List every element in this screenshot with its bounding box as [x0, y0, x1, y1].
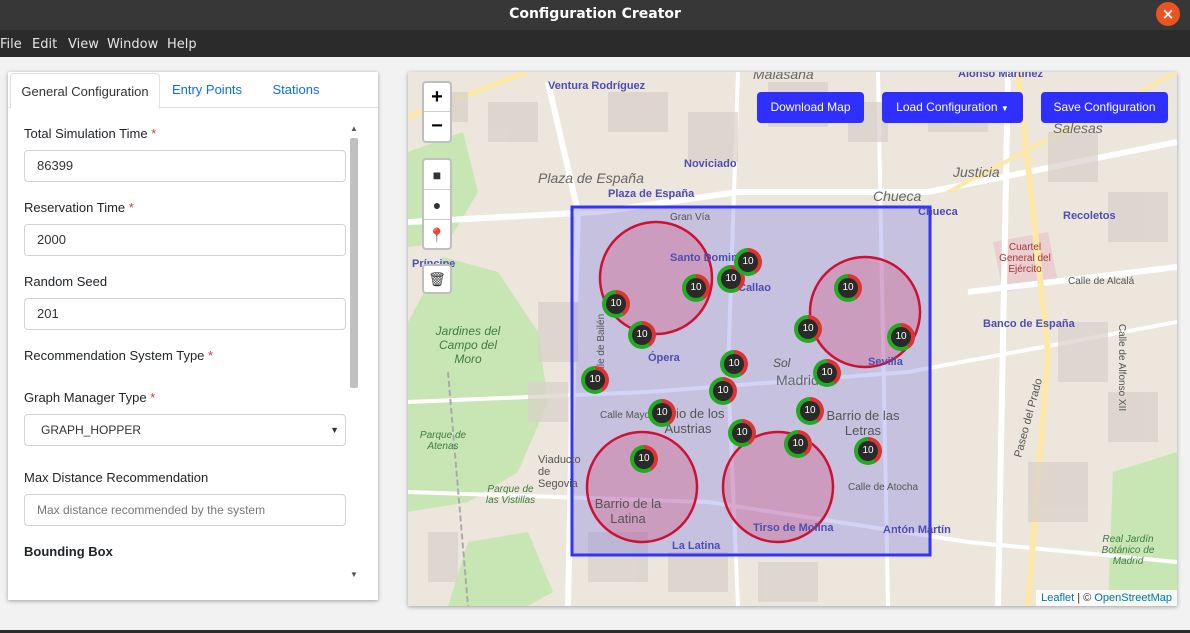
map-label-barrio-latina: Barrio de la Latina [594, 496, 662, 526]
map-label-recoletos: Recoletos [1063, 210, 1116, 222]
map-label-parque-atenas: Parque de Atenas [419, 430, 467, 452]
openstreetmap-link[interactable]: OpenStreetMap [1094, 592, 1172, 604]
station-cluster[interactable]: 10 [630, 445, 658, 473]
station-cluster[interactable]: 10 [709, 377, 737, 405]
map-label-gran-via: Gran Vía [670, 212, 711, 223]
map-label-plaza-espana: Plaza de España [538, 170, 644, 186]
map-label-opera: Ópera [648, 352, 680, 364]
zoom-out-button[interactable]: − [424, 112, 450, 141]
form-scrollbar[interactable]: ▲ ▼ [348, 124, 360, 594]
graph-manager-type-label: Graph Manager Type * [24, 390, 156, 405]
tab-stations[interactable]: Stations [260, 72, 332, 108]
close-icon[interactable]: × [1156, 2, 1180, 26]
draw-circle-icon[interactable]: ● [424, 190, 450, 220]
station-cluster[interactable]: 10 [794, 315, 822, 343]
random-seed-label: Random Seed [24, 274, 108, 289]
scroll-down-icon[interactable]: ▼ [348, 570, 360, 580]
leaflet-link[interactable]: Leaflet [1041, 592, 1074, 604]
max-distance-recommendation-input[interactable]: Max distance recommended by the system [24, 494, 346, 526]
tab-general-configuration[interactable]: General Configuration [10, 73, 160, 109]
zoom-control: + − [422, 81, 452, 143]
menu-window[interactable]: Window [107, 37, 158, 52]
map-attribution: Leaflet | © OpenStreetMap [1036, 590, 1177, 606]
save-configuration-button[interactable]: Save Configuration [1041, 92, 1168, 123]
menu-bar: File Edit View Window Help [0, 30, 1190, 57]
station-cluster[interactable]: 10 [720, 350, 748, 378]
station-cluster[interactable]: 10 [648, 399, 676, 427]
map-label-real-jardin: Real Jardín Botánico de Madrid [1101, 534, 1155, 567]
map-label-alonso-martinez: Alonso Martínez [958, 72, 1043, 80]
map-label-calle-mayor: Calle Mayor [600, 410, 654, 421]
park-botanico [1108, 452, 1177, 606]
map-label-barrio-letras: Barrio de las Letras [826, 408, 900, 438]
map-label-calle-alfonso: Calle de Alfonso XII [1116, 323, 1128, 412]
caret-down-icon: ▼ [1000, 104, 1009, 113]
tab-bar: General Configuration Entry Points Stati… [8, 72, 378, 109]
map-label-sevilla: Sevilla [868, 356, 903, 368]
bounding-box-title: Bounding Box [24, 544, 113, 559]
map-label-chueca: Chueca [873, 188, 922, 204]
window-title: Configuration Creator [509, 6, 681, 22]
draw-rectangle-icon[interactable]: ■ [424, 160, 450, 190]
station-cluster[interactable]: 10 [784, 430, 812, 458]
map-label-ventura: Ventura Rodríguez [548, 80, 646, 92]
graph-manager-type-value: GRAPH_HOPPER [41, 423, 142, 437]
station-cluster[interactable]: 10 [734, 248, 762, 276]
map-label-sol: Sol [773, 356, 791, 370]
map-label-malasana: Malasaña [753, 72, 814, 82]
scroll-thumb[interactable] [350, 138, 358, 388]
map-label-plaza-espana-metro: Plaza de España [608, 188, 695, 200]
chevron-down-icon: ▼ [330, 425, 339, 435]
map-label-jardines: Jardines del Campo del Moro [435, 324, 501, 366]
map-label-parque-vistillas: Parque de las Vistillas [485, 484, 536, 506]
map-label-calle-alcala: Calle de Alcalá [1068, 276, 1135, 287]
map-label-la-latina: La Latina [672, 540, 721, 552]
tab-entry-points[interactable]: Entry Points [164, 72, 250, 108]
station-cluster[interactable]: 10 [834, 274, 862, 302]
general-configuration-form: Total Simulation Time * 86399 Reservatio… [24, 108, 346, 596]
map-label-viaducto: Viaducto de Segovia [538, 454, 581, 490]
reservation-time-label: Reservation Time * [24, 200, 134, 215]
graph-manager-type-select[interactable]: GRAPH_HOPPER ▼ [24, 414, 346, 446]
menu-edit[interactable]: Edit [32, 37, 57, 52]
map-label-banco-espana: Banco de España [983, 318, 1075, 330]
menu-help[interactable]: Help [167, 37, 197, 52]
map-label-justicia: Justicia [953, 164, 1000, 180]
map-label-noviciado: Noviciado [684, 158, 737, 170]
station-cluster[interactable]: 10 [887, 323, 915, 351]
configuration-panel: General Configuration Entry Points Stati… [8, 72, 378, 600]
map-label-anton-martin: Antón Martín [883, 524, 951, 536]
station-cluster[interactable]: 10 [682, 274, 710, 302]
map-label-chueca-metro: Chueca [918, 206, 958, 218]
total-simulation-time-label: Total Simulation Time * [24, 126, 157, 141]
menu-view[interactable]: View [68, 37, 99, 52]
title-bar: Configuration Creator × [0, 0, 1190, 30]
draw-toolbar: ■ ● 📍 [422, 158, 452, 250]
map-view[interactable]: Malasaña Ventura Rodríguez Alonso Martín… [408, 72, 1177, 606]
station-cluster[interactable]: 10 [854, 437, 882, 465]
map-label-cuartel: Cuartel General del Ejército [999, 242, 1051, 275]
random-seed-input[interactable]: 201 [24, 298, 346, 330]
map-label-santo-domingo: Santo Domingo [670, 252, 752, 264]
download-map-button[interactable]: Download Map [757, 92, 864, 123]
trash-icon[interactable]: 🗑 [422, 264, 452, 294]
station-cluster[interactable]: 10 [581, 366, 609, 394]
scroll-up-icon[interactable]: ▲ [348, 124, 360, 134]
map-label-calle-atocha: Calle de Atocha [848, 482, 919, 493]
zoom-in-button[interactable]: + [424, 83, 450, 112]
load-configuration-button[interactable]: Load Configuration ▼ [882, 92, 1023, 123]
map-label-tirso: Tirso de Molina [753, 522, 834, 534]
station-cluster[interactable]: 10 [813, 359, 841, 387]
max-distance-recommendation-label: Max Distance Recommendation [24, 470, 209, 485]
station-cluster[interactable]: 10 [796, 397, 824, 425]
station-cluster[interactable]: 10 [628, 321, 656, 349]
draw-marker-icon[interactable]: 📍 [424, 220, 450, 250]
recommendation-system-type-label: Recommendation System Type * [24, 348, 214, 363]
menu-file[interactable]: File [0, 37, 22, 52]
reservation-time-input[interactable]: 2000 [24, 224, 346, 256]
station-cluster[interactable]: 10 [602, 290, 630, 318]
station-cluster[interactable]: 10 [728, 419, 756, 447]
total-simulation-time-input[interactable]: 86399 [24, 150, 346, 182]
